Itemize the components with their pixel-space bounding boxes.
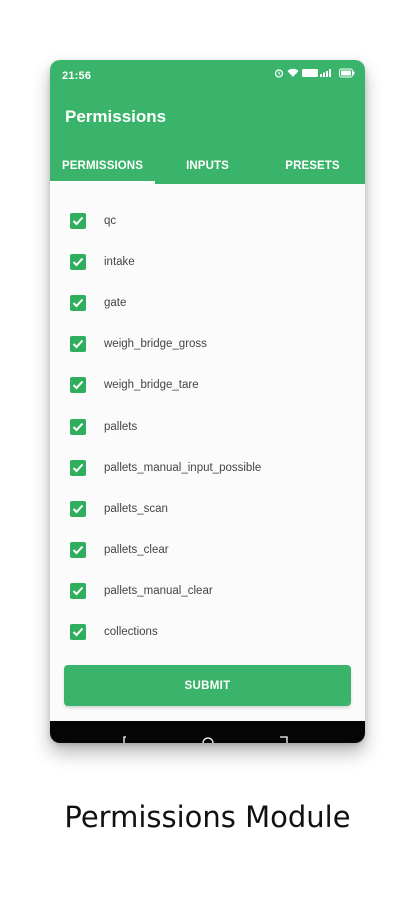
checkbox-intake[interactable] (70, 253, 86, 270)
checkbox-pallets-scan[interactable] (70, 500, 86, 517)
checkbox-pallets[interactable] (70, 418, 86, 435)
checkbox-pallets-manual-input-possible[interactable] (70, 459, 86, 476)
check-icon (72, 339, 84, 349)
permission-label: qc (104, 214, 117, 227)
wifi-icon (287, 68, 299, 78)
home-icon[interactable] (201, 733, 215, 743)
screenshot-caption: Permissions Module (64, 800, 351, 834)
checkbox-pallets-manual-clear[interactable] (70, 583, 86, 600)
check-icon (72, 257, 84, 267)
list-item: qc (50, 200, 365, 241)
alarm-icon (274, 68, 284, 78)
permission-label: weigh_bridge_tare (104, 379, 199, 392)
list-item: pallets_manual_clear (50, 571, 365, 612)
status-icons (274, 68, 355, 78)
list-item: gate (50, 282, 365, 323)
page-title: Permissions (65, 107, 167, 126)
submit-button[interactable]: SUBMIT (64, 665, 351, 706)
check-icon (72, 422, 84, 431)
tab-bar: PERMISSIONS INPUTS PRESETS (50, 148, 365, 184)
check-icon (72, 216, 84, 226)
list-item: collections (50, 612, 365, 653)
check-icon (72, 628, 84, 637)
checkbox-weigh-bridge-tare[interactable] (70, 377, 86, 394)
checkbox-pallets-clear[interactable] (70, 542, 86, 559)
permission-label: intake (104, 255, 135, 268)
permission-label: gate (104, 296, 127, 309)
permission-label: weigh_bridge_gross (104, 338, 207, 351)
checkbox-collections[interactable] (70, 624, 86, 641)
permissions-list: qc intake gate weigh_bridge_gross weigh_… (50, 200, 365, 653)
check-icon (72, 587, 84, 596)
signal-icon (302, 68, 336, 78)
status-bar: 21:56 (50, 60, 365, 90)
permission-label: pallets (104, 420, 138, 433)
app-bar: 21:56 Permissions PERMISSIONS INPUTS PRE… (50, 60, 365, 184)
checkbox-gate[interactable] (70, 294, 86, 311)
status-time: 21:56 (62, 70, 92, 82)
tab-inputs[interactable]: INPUTS (155, 148, 260, 184)
list-item: weigh_bridge_tare (50, 365, 365, 406)
checkbox-weigh-bridge-gross[interactable] (70, 336, 86, 353)
permission-label: pallets_clear (104, 544, 169, 557)
back-icon[interactable] (122, 733, 134, 743)
list-item: intake (50, 241, 365, 282)
phone-screen: 21:56 Permissions PERMISSIONS INPUTS PRE… (50, 60, 365, 743)
list-item: pallets_manual_input_possible (50, 447, 365, 488)
permission-label: pallets_manual_input_possible (104, 461, 262, 474)
list-item: pallets_scan (50, 488, 365, 529)
check-icon (72, 381, 84, 390)
battery-icon (339, 68, 355, 78)
check-icon (72, 463, 84, 473)
check-icon (72, 504, 84, 514)
permission-label: collections (104, 626, 158, 639)
permission-label: pallets_scan (104, 502, 168, 515)
list-item: pallets_clear (50, 530, 365, 571)
system-nav-bar (50, 721, 365, 743)
list-item: pallets (50, 406, 365, 447)
recents-icon[interactable] (278, 733, 290, 743)
permission-label: pallets_manual_clear (104, 585, 213, 598)
tab-presets[interactable]: PRESETS (260, 148, 365, 184)
checkbox-qc[interactable] (70, 212, 86, 229)
check-icon (72, 298, 84, 308)
list-item: weigh_bridge_gross (50, 324, 365, 365)
check-icon (72, 545, 84, 555)
tab-permissions[interactable]: PERMISSIONS (50, 148, 155, 184)
